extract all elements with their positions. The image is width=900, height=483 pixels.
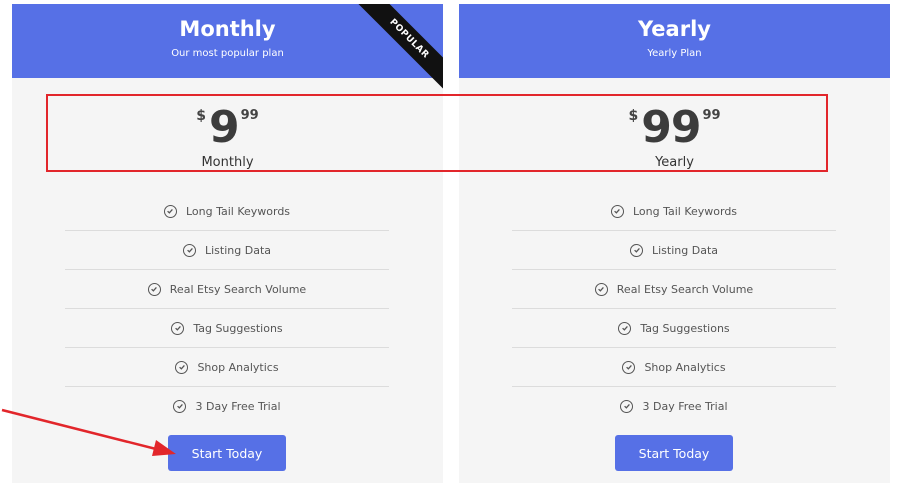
card-header: Monthly Our most popular plan POPULAR	[12, 4, 443, 93]
feature-item: Listing Data	[65, 231, 389, 270]
check-circle-icon	[610, 204, 624, 218]
feature-item: Long Tail Keywords	[512, 192, 836, 231]
feature-label: Tag Suggestions	[640, 321, 730, 335]
annotation-arrow-icon	[1, 408, 176, 456]
check-circle-icon	[171, 321, 185, 335]
feature-item: Real Etsy Search Volume	[65, 270, 389, 309]
check-circle-icon	[594, 282, 608, 296]
feature-label: Real Etsy Search Volume	[616, 282, 754, 296]
feature-label: Shop Analytics	[644, 360, 726, 374]
check-circle-icon	[630, 243, 643, 257]
start-today-button[interactable]: Start Today	[168, 435, 286, 471]
price-highlight-box	[46, 94, 828, 172]
feature-item: Real Etsy Search Volume	[512, 270, 836, 309]
feature-item: Listing Data	[512, 231, 836, 270]
pricing-card-yearly: Yearly Yearly Plan $99 99 Yearly Long Tai…	[459, 4, 890, 483]
feature-item: Tag Suggestions	[512, 309, 836, 348]
feature-item: 3 Day Free Trial	[512, 387, 836, 425]
feature-label: 3 Day Free Trial	[642, 399, 728, 413]
check-circle-icon	[175, 360, 189, 374]
feature-item: Long Tail Keywords	[65, 192, 389, 231]
check-circle-icon	[618, 321, 632, 335]
feature-item: Shop Analytics	[65, 348, 389, 387]
plan-subtitle: Yearly Plan	[647, 48, 702, 59]
feature-label: Listing Data	[205, 243, 271, 257]
plan-subtitle: Our most popular plan	[171, 48, 284, 59]
feature-label: Long Tail Keywords	[185, 204, 291, 218]
feature-label: Shop Analytics	[197, 360, 279, 374]
feature-label: Listing Data	[652, 243, 718, 257]
feature-label: 3 Day Free Trial	[195, 399, 281, 413]
feature-label: Real Etsy Search Volume	[169, 282, 307, 296]
check-circle-icon	[163, 204, 177, 218]
feature-item: Tag Suggestions	[65, 309, 389, 348]
plan-title: Yearly	[638, 17, 711, 41]
check-circle-icon	[147, 282, 161, 296]
feature-list: Long Tail Keywords Listing Data Real Ets…	[65, 192, 389, 425]
start-today-button[interactable]: Start Today	[615, 435, 733, 471]
check-circle-icon	[620, 399, 634, 413]
check-circle-icon	[622, 360, 636, 374]
feature-item: Shop Analytics	[512, 348, 836, 387]
feature-label: Long Tail Keywords	[632, 204, 738, 218]
feature-label: Tag Suggestions	[193, 321, 283, 335]
feature-list: Long Tail Keywords Listing Data Real Ets…	[512, 192, 836, 425]
check-circle-icon	[183, 243, 196, 257]
card-header: Yearly Yearly Plan	[459, 4, 890, 78]
